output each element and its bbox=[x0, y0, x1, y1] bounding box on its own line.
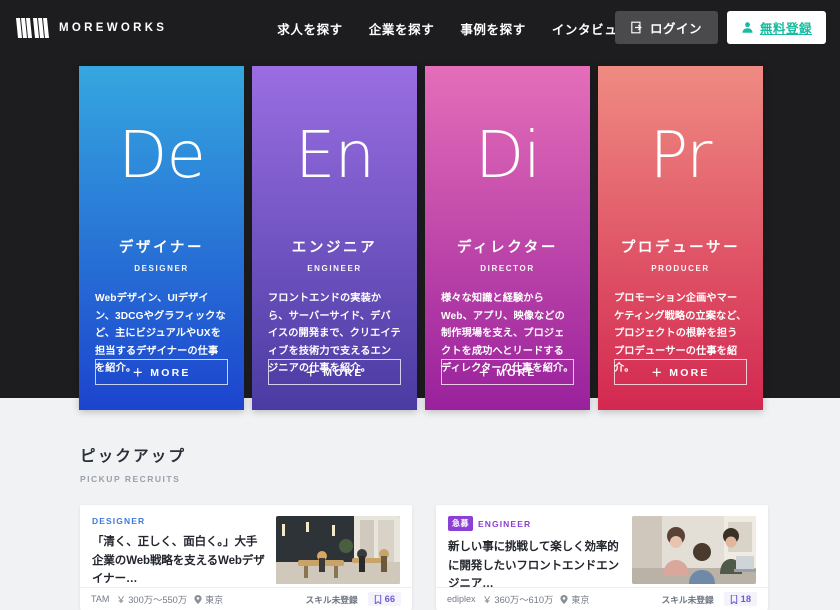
recruit-title: 新しい事に挑戦して楽しく効率的に開発したいフロントエンドエンジニア… bbox=[448, 541, 619, 591]
login-button[interactable]: ログイン bbox=[614, 11, 718, 44]
nav-item-cases[interactable]: 事例を探す bbox=[460, 19, 526, 38]
pickup-title: ピックアップ bbox=[80, 448, 187, 465]
urgent-badge: 急募 bbox=[448, 516, 473, 531]
recruit-skill: スキル未登録 bbox=[305, 594, 358, 605]
nav-item-companies[interactable]: 企業を探す bbox=[369, 19, 435, 38]
recruit-meta-right: スキル未登録 66 bbox=[306, 592, 401, 606]
card-more-button[interactable]: ＋ MORE bbox=[95, 359, 228, 385]
recruit-tagline: DESIGNER bbox=[92, 516, 266, 526]
map-pin-icon bbox=[194, 594, 202, 604]
recruit-top: 急募 ENGINEER 新しい事に挑戦して楽しく効率的に開発したいフロントエンド… bbox=[448, 516, 756, 594]
site-header: MOREWORKS 求人を探す 企業を探す 事例を探す インタビュー ログイン bbox=[0, 0, 840, 56]
bookmark-icon bbox=[374, 594, 381, 604]
recruit-category: DESIGNER bbox=[92, 516, 146, 526]
card-subtitle: DIRECTOR bbox=[480, 264, 535, 273]
card-initial: Pr bbox=[649, 119, 713, 193]
person-add-icon bbox=[742, 22, 753, 33]
bookmark-icon bbox=[730, 594, 737, 604]
recruit-salary: ￥ 360万～610万 bbox=[482, 595, 554, 605]
card-initial: De bbox=[118, 119, 206, 193]
map-pin-icon bbox=[560, 594, 568, 604]
bookmark-count: 66 bbox=[384, 594, 395, 604]
team-photo-icon bbox=[632, 516, 756, 584]
recruit-card[interactable]: 急募 ENGINEER 新しい事に挑戦して楽しく効率的に開発したいフロントエンド… bbox=[436, 505, 768, 610]
nav-item-jobs[interactable]: 求人を探す bbox=[277, 19, 343, 38]
card-initial: En bbox=[295, 119, 375, 193]
recruit-tagline: 急募 ENGINEER bbox=[448, 516, 622, 531]
recruit-meta: ediplex ￥ 360万～610万 東京 スキル未登録 18 bbox=[436, 587, 768, 610]
recruit-category: ENGINEER bbox=[478, 518, 532, 529]
recruit-meta-left: TAM ￥ 300万～550万 東京 bbox=[91, 592, 223, 606]
recruit-info: DESIGNER 「清く、正しく、面白く。」大手企業のWeb戦略を支えるWebデ… bbox=[92, 516, 266, 589]
card-subtitle: DESIGNER bbox=[134, 264, 189, 273]
recruit-card[interactable]: DESIGNER 「清く、正しく、面白く。」大手企業のWeb戦略を支えるWebデ… bbox=[80, 505, 412, 610]
recruit-list: DESIGNER 「清く、正しく、面白く。」大手企業のWeb戦略を支えるWebデ… bbox=[80, 505, 768, 610]
recruit-company: TAM bbox=[91, 594, 110, 604]
category-card-director[interactable]: Di ディレクター DIRECTOR 様々な知識と経験からWeb、アプリ、映像な… bbox=[425, 66, 590, 410]
header-actions: ログイン 無料登録 bbox=[614, 11, 826, 44]
card-title: エンジニア bbox=[291, 240, 378, 256]
category-card-designer[interactable]: De デザイナー DESIGNER Webデザイン、UIデザイン、3DCGやグラ… bbox=[79, 66, 244, 410]
recruit-title: 「清く、正しく、面白く。」大手企業のWeb戦略を支えるWebデザイナー… bbox=[92, 536, 265, 586]
signup-button[interactable]: 無料登録 bbox=[726, 11, 826, 44]
card-title: デザイナー bbox=[118, 240, 205, 256]
recruit-skill: スキル未登録 bbox=[661, 594, 714, 605]
recruit-company: ediplex bbox=[447, 594, 476, 604]
recruit-location: 東京 bbox=[571, 594, 590, 605]
recruit-thumbnail bbox=[276, 516, 400, 584]
card-more-button[interactable]: ＋ MORE bbox=[441, 359, 574, 385]
page-root: MOREWORKS 求人を探す 企業を探す 事例を探す インタビュー ログイン bbox=[0, 0, 840, 610]
bookmark-button[interactable]: 18 bbox=[723, 592, 757, 606]
recruit-meta: TAM ￥ 300万～550万 東京 スキル未登録 66 bbox=[80, 587, 412, 610]
card-title: ディレクター bbox=[456, 240, 558, 256]
mw-logo-icon bbox=[16, 18, 49, 38]
signup-label: 無料登録 bbox=[759, 22, 812, 36]
category-card-engineer[interactable]: En エンジニア ENGINEER フロントエンドの実装から、サーバーサイド、デ… bbox=[252, 66, 417, 410]
bookmark-count: 18 bbox=[740, 594, 751, 604]
recruit-salary: ￥ 300万～550万 bbox=[116, 595, 188, 605]
recruit-top: DESIGNER 「清く、正しく、面白く。」大手企業のWeb戦略を支えるWebデ… bbox=[92, 516, 400, 589]
card-subtitle: ENGINEER bbox=[307, 264, 362, 273]
recruit-meta-left: ediplex ￥ 360万～610万 東京 bbox=[447, 592, 589, 606]
category-card-producer[interactable]: Pr プロデューサー PRODUCER プロモーション企画やマーケティング戦略の… bbox=[598, 66, 763, 410]
job-category-cards: De デザイナー DESIGNER Webデザイン、UIデザイン、3DCGやグラ… bbox=[79, 66, 763, 410]
pickup-subtitle: PICKUP RECRUITS bbox=[80, 474, 181, 484]
card-subtitle: PRODUCER bbox=[651, 264, 710, 273]
card-more-button[interactable]: ＋ MORE bbox=[268, 359, 401, 385]
recruit-location: 東京 bbox=[205, 594, 224, 605]
bookmark-button[interactable]: 66 bbox=[367, 592, 401, 606]
login-arrow-icon bbox=[631, 21, 642, 34]
card-more-button[interactable]: ＋ MORE bbox=[614, 359, 747, 385]
card-title: プロデューサー bbox=[620, 240, 741, 256]
login-label: ログイン bbox=[649, 22, 702, 36]
card-initial: Di bbox=[474, 119, 541, 193]
recruit-thumbnail bbox=[632, 516, 756, 584]
recruit-info: 急募 ENGINEER 新しい事に挑戦して楽しく効率的に開発したいフロントエンド… bbox=[448, 516, 622, 594]
logo[interactable]: MOREWORKS bbox=[16, 18, 167, 38]
recruit-meta-right: スキル未登録 18 bbox=[662, 592, 757, 606]
pickup-heading: ピックアップ PICKUP RECRUITS bbox=[80, 444, 840, 484]
main-nav: 求人を探す 企業を探す 事例を探す インタビュー bbox=[277, 19, 630, 38]
office-photo-icon bbox=[276, 516, 400, 584]
logo-text: MOREWORKS bbox=[59, 22, 168, 34]
